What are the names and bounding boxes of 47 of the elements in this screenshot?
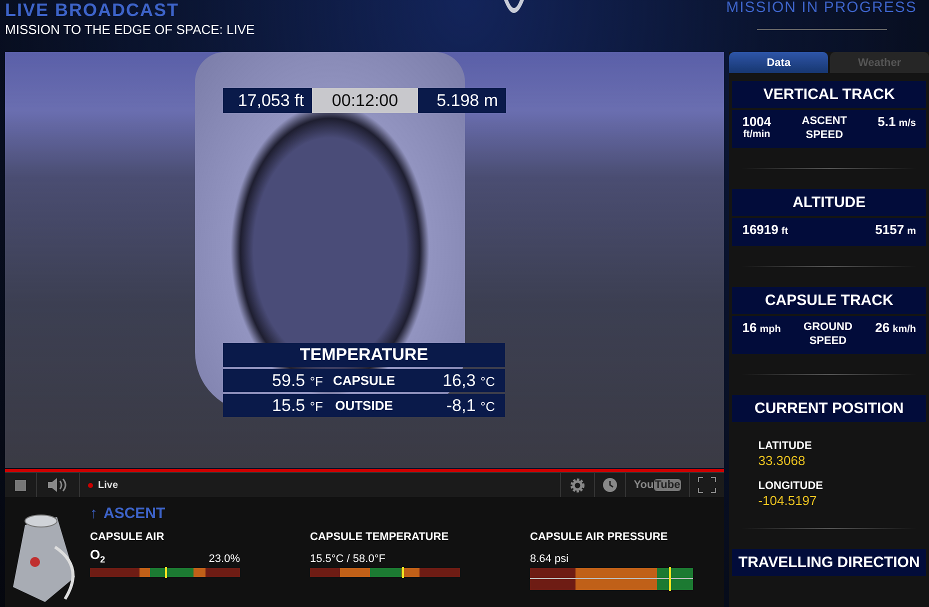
timer-readout: 00:12:00 <box>312 88 418 113</box>
section-title: CURRENT POSITION <box>732 395 926 422</box>
gauge-title: CAPSULE AIR PRESSURE <box>530 530 669 544</box>
oxygen-symbol: O$_{2}$ <box>90 547 106 565</box>
page-title: LIVE BROADCAST <box>5 0 180 20</box>
temperature-label: CAPSULE <box>332 373 396 388</box>
coordinate-value: -104.5197 <box>758 493 818 508</box>
temperature-value: 16,3 °C <box>442 370 495 390</box>
tab[interactable]: Data <box>729 52 828 73</box>
live-label: Live <box>98 480 118 490</box>
readout-value: 5157 m <box>875 222 916 237</box>
gauge-reading: 15.5°C / 58.0°F <box>310 553 386 565</box>
coordinate-value: 33.3068 <box>758 453 806 468</box>
fullscreen-icon <box>698 477 716 493</box>
mission-status: MISSION IN PROGRESS <box>726 0 917 16</box>
altitude-readout: 5.198 m <box>418 88 506 113</box>
readout-value: 26 km/h <box>875 320 916 335</box>
readout-value: 5.1 m/s <box>878 114 916 129</box>
gauge-reading: 23.0% <box>208 553 240 565</box>
live-dot-icon <box>88 482 93 488</box>
section-title: ALTITUDE <box>732 189 926 216</box>
up-arrow-icon: ↑ <box>90 505 98 522</box>
settings-icon <box>568 476 586 494</box>
temperature-label: OUTSIDE <box>334 398 394 413</box>
temperature-value: 15.5 °F <box>271 396 323 416</box>
gauge-title: CAPSULE TEMPERATURE <box>310 530 450 544</box>
readout-label: ASCENT SPEED <box>800 114 848 142</box>
readout-value: 1004 ft/min <box>742 114 772 140</box>
section-title: CAPSULE TRACK <box>732 287 926 314</box>
volume-icon <box>47 478 69 492</box>
clock-icon <box>602 478 617 492</box>
gauge-title: CAPSULE AIR <box>90 530 166 544</box>
readout-label: GROUND SPEED <box>802 320 854 348</box>
temperature-title: TEMPERATURE <box>223 343 505 367</box>
section-title: TRAVELLING DIRECTION <box>732 549 926 576</box>
readout-value: 16919 ft <box>742 222 788 237</box>
page-subtitle: MISSION TO THE EDGE OF SPACE: LIVE <box>5 21 255 39</box>
gauge-reading: 8.64 psi <box>530 553 569 565</box>
coordinate-label: LONGITUDE <box>758 480 824 492</box>
temperature-value: 59.5 °F <box>271 370 323 390</box>
section-title: VERTICAL TRACK <box>732 81 926 108</box>
readout-value: 16 mph <box>742 320 781 335</box>
stop-icon <box>15 480 26 490</box>
phase-label: ASCENT <box>104 505 166 522</box>
coordinate-label: LATITUDE <box>758 440 813 452</box>
altitude-readout: 17,053 ft <box>223 88 312 113</box>
temperature-value: -8,1 °C <box>445 396 495 416</box>
